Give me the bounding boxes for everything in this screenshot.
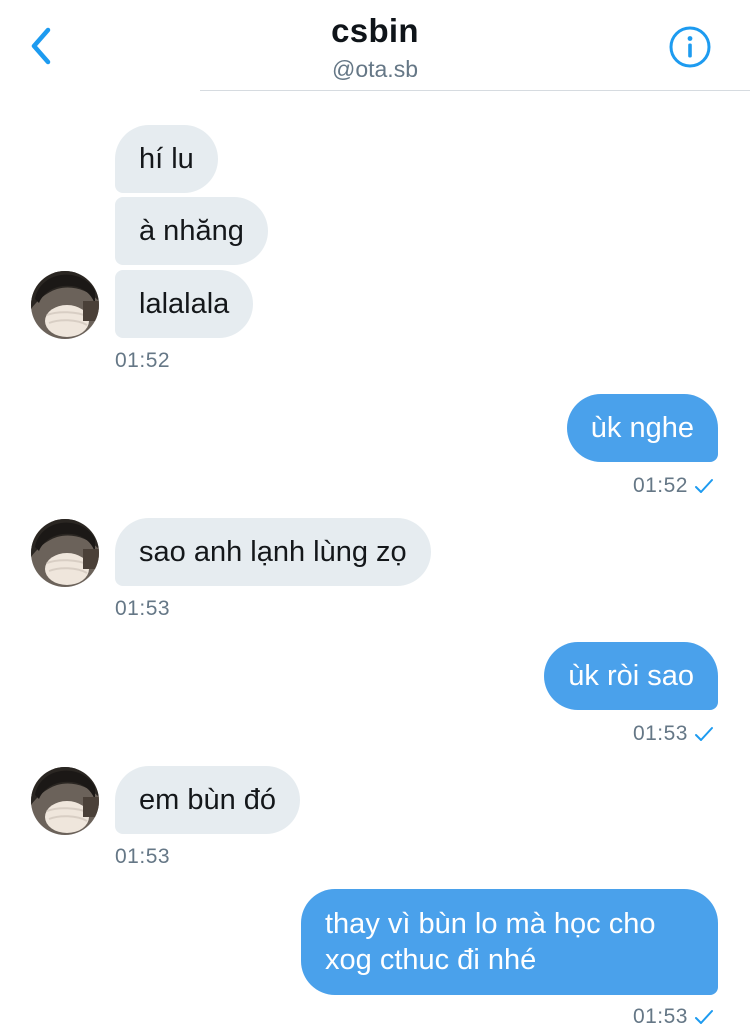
message-bubble-incoming[interactable]: em bùn đó [115,766,301,834]
header-divider [200,90,750,91]
message-bubble-outgoing[interactable]: ùk nghe [566,394,718,462]
message-bubble-outgoing[interactable]: ùk ròi sao [544,642,718,710]
message-bubble-incoming[interactable]: sao anh lạnh lùng zọ [115,518,431,586]
message-text: hí lu [139,143,194,175]
message-bubble-incoming[interactable]: lalalala [115,270,254,338]
message-bubble-incoming[interactable]: hí lu [115,125,218,193]
message-text: em bùn đó [139,784,277,816]
conversation-title[interactable]: csbin [0,12,750,50]
user-avatar-image [31,519,99,587]
user-avatar-image [31,767,99,835]
message-bubble-outgoing[interactable]: thay vì bùn lo mà học cho xog cthuc đi n… [301,889,718,995]
checkmark-icon [695,1010,713,1024]
avatar[interactable] [31,519,99,587]
avatar[interactable] [31,767,99,835]
message-text: sao anh lạnh lùng zọ [139,536,407,568]
user-avatar-image [31,271,99,339]
message-text: à nhăng [139,215,244,247]
conversation-handle: @ota.sb [331,56,418,82]
message-timestamp: 01:52 [632,474,688,497]
avatar[interactable] [31,271,99,339]
message-timestamp: 01:53 [632,722,688,745]
message-text: lalalala [139,288,230,320]
conversation-header: csbin @ota.sb [0,0,750,92]
message-timestamp: 01:53 [115,597,171,620]
info-button[interactable] [668,25,712,69]
message-bubble-incoming[interactable]: à nhăng [115,197,268,265]
checkmark-icon [695,727,713,741]
message-text: thay vì bùn lo mà học cho xog cthuc đi n… [325,908,656,976]
message-timestamp: 01:52 [115,349,171,372]
checkmark-icon [695,479,713,493]
message-timestamp: 01:53 [632,1005,688,1028]
info-circle-icon [669,26,711,68]
message-timestamp: 01:53 [115,845,171,868]
message-text: ùk nghe [590,412,694,444]
message-text: ùk ròi sao [568,660,694,692]
